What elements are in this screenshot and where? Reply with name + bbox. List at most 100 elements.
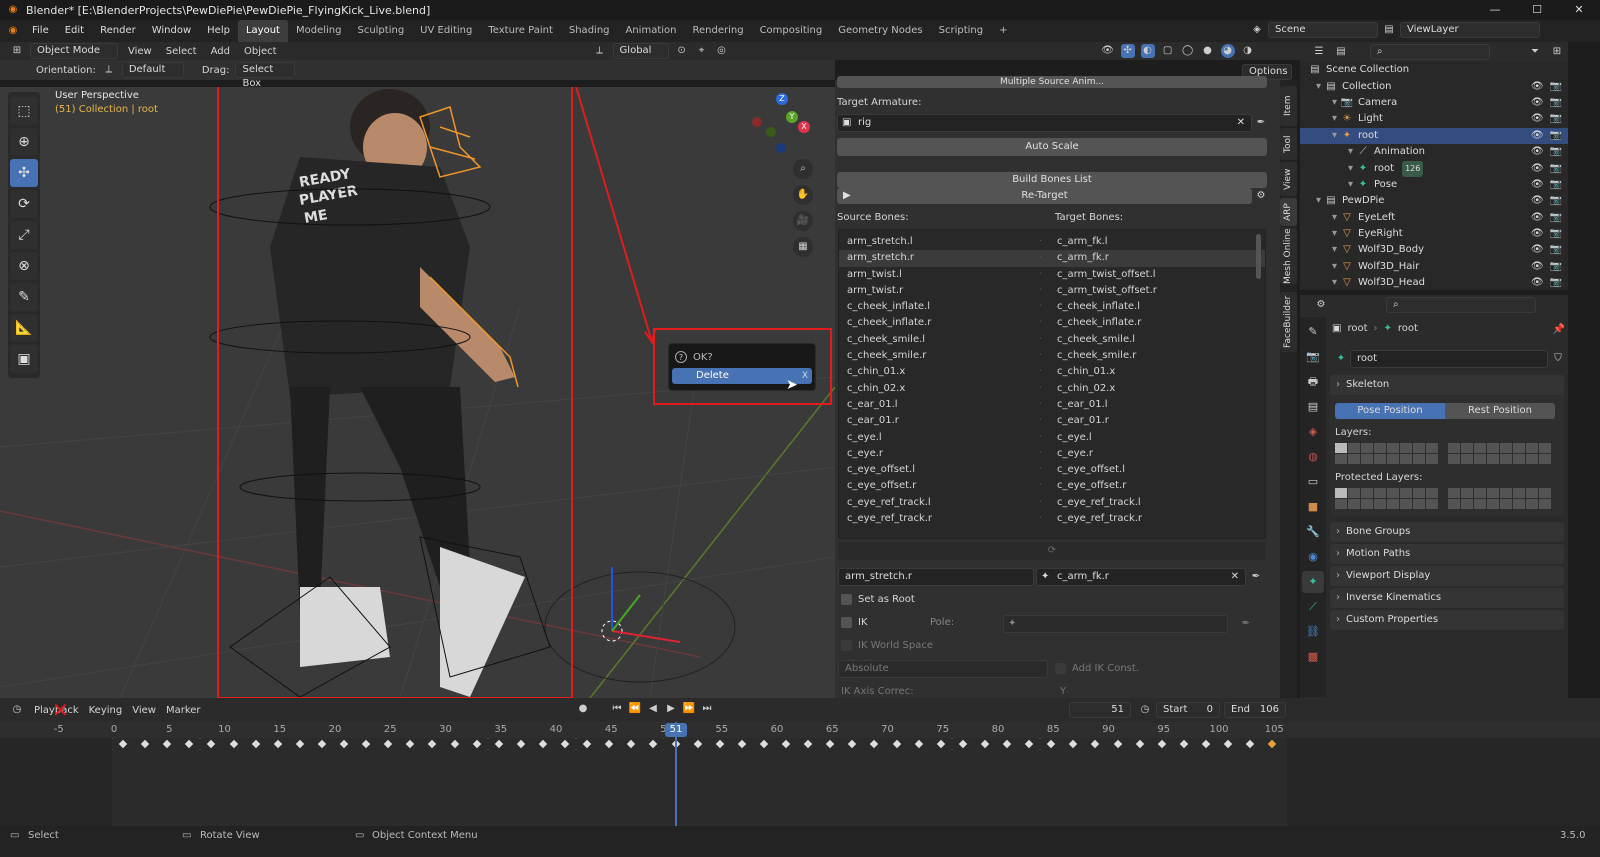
keyframe-marker[interactable]: [1179, 739, 1189, 749]
keyframe-marker[interactable]: [339, 739, 349, 749]
layers-grid[interactable]: [1335, 443, 1551, 464]
keyframe-marker[interactable]: [958, 739, 968, 749]
drag-dropdown[interactable]: Select Box: [235, 62, 296, 89]
rotate-tool-icon[interactable]: ⟳: [10, 190, 38, 218]
solid-shading-icon[interactable]: ●: [1201, 44, 1215, 58]
outliner-row[interactable]: ▾ ✦ root 👁 📷: [1300, 127, 1568, 144]
keyframe-marker[interactable]: [1091, 739, 1100, 749]
absolute-dropdown[interactable]: Absolute: [838, 660, 1048, 678]
expand-arrow-icon[interactable]: ▾: [1300, 242, 1340, 258]
outliner-row[interactable]: ▾ 📷 Camera 👁 📷: [1300, 95, 1568, 111]
settings-gear-icon[interactable]: ⚙: [1254, 189, 1268, 203]
keyframe-marker[interactable]: [472, 739, 481, 749]
auto-scale-button[interactable]: Auto Scale: [837, 138, 1267, 156]
keyframe-marker[interactable]: [737, 739, 747, 749]
keyframe-marker[interactable]: [649, 739, 658, 749]
transform-orientation-dropdown[interactable]: Global: [612, 43, 669, 59]
render-camera-icon[interactable]: 📷: [1550, 111, 1562, 127]
gizmo-neg-x-ball[interactable]: [752, 117, 762, 127]
outliner-row[interactable]: ▾ ▽ EyeRight 👁 📷: [1300, 226, 1568, 242]
timeline-editor-icon[interactable]: ◷: [10, 703, 24, 717]
bone-map-row[interactable]: c_eye_offset.r · c_eye_offset.r: [839, 478, 1265, 494]
tab-geometry-nodes[interactable]: Geometry Nodes: [830, 20, 930, 42]
menu-timeline-view[interactable]: View: [132, 705, 156, 716]
bone-map-row[interactable]: arm_twist.r · c_arm_twist_offset.r: [839, 283, 1265, 299]
outliner-search-field[interactable]: ⌕: [1370, 44, 1490, 60]
render-camera-icon[interactable]: 📷: [1550, 161, 1562, 177]
maximize-icon[interactable]: ☐: [1516, 0, 1558, 20]
keyframe-row[interactable]: [0, 739, 1600, 751]
scene-tab-icon[interactable]: ◈: [1302, 421, 1324, 443]
render-camera-icon[interactable]: 📷: [1550, 275, 1562, 291]
gizmo-toggle-icon[interactable]: ✣: [1120, 44, 1135, 58]
retarget-button[interactable]: ▶ Re-Target: [837, 188, 1252, 204]
keyframe-marker[interactable]: [1135, 739, 1144, 749]
jump-start-icon[interactable]: ⏮: [610, 702, 624, 716]
bone-map-row[interactable]: c_cheek_smile.r · c_cheek_smile.r: [839, 348, 1265, 364]
keyframe-marker[interactable]: [538, 739, 548, 749]
keyframe-marker[interactable]: [936, 739, 945, 749]
keyframe-marker[interactable]: [1157, 739, 1166, 749]
tab-texture-paint[interactable]: Texture Paint: [480, 20, 561, 42]
viewport-display-panel[interactable]: Viewport Display: [1330, 566, 1564, 586]
mode-dropdown[interactable]: Object Mode: [30, 43, 118, 59]
tab-tool[interactable]: Tool: [1280, 128, 1297, 160]
menu-window[interactable]: Window: [144, 20, 199, 42]
bone-map-row[interactable]: c_ear_01.r · c_ear_01.r: [839, 413, 1265, 429]
tab-modeling[interactable]: Modeling: [288, 20, 350, 42]
bone-map-row[interactable]: c_chin_01.x · c_chin_01.x: [839, 364, 1265, 380]
start-frame-field[interactable]: Start 0: [1156, 702, 1220, 718]
measure-tool-icon[interactable]: 📐: [10, 314, 38, 342]
keyframe-marker[interactable]: [560, 739, 570, 749]
filter-icon[interactable]: ⏷: [1528, 45, 1542, 59]
render-camera-icon[interactable]: 📷: [1550, 226, 1562, 242]
visibility-eye-icon[interactable]: 👁: [1531, 193, 1544, 209]
keyframe-marker[interactable]: [759, 739, 769, 749]
bone-map-row[interactable]: c_eye_ref_track.l · c_eye_ref_track.l: [839, 495, 1265, 511]
modifier-tab-icon[interactable]: 🔧: [1302, 521, 1324, 543]
visibility-eye-icon[interactable]: 👁: [1531, 95, 1544, 111]
outliner-editor-icon[interactable]: ☰: [1312, 45, 1326, 59]
skeleton-panel-header[interactable]: Skeleton: [1330, 375, 1564, 395]
keyframe-marker[interactable]: [826, 739, 835, 749]
texture-tab-icon[interactable]: ▩: [1302, 646, 1324, 668]
keyframe-marker[interactable]: [980, 739, 990, 749]
proportional-edit-icon[interactable]: ◎: [715, 44, 729, 58]
set-as-root-checkbox[interactable]: Set as Root: [841, 594, 915, 605]
object-tab-icon[interactable]: ■: [1302, 496, 1324, 518]
keyframe-marker[interactable]: [803, 739, 813, 749]
expand-arrow-icon[interactable]: ▾: [1300, 275, 1340, 291]
outliner-row[interactable]: ▾ ▽ EyeLeft 👁 📷: [1300, 210, 1568, 226]
add-cube-tool-icon[interactable]: ▣: [10, 345, 38, 373]
rest-position-button[interactable]: Rest Position: [1445, 403, 1555, 419]
pose-position-button[interactable]: Pose Position: [1335, 403, 1445, 419]
menu-add[interactable]: Add: [207, 46, 234, 57]
material-shading-icon[interactable]: ◕: [1220, 44, 1235, 58]
keyframe-marker[interactable]: [582, 739, 592, 749]
pole-eyedropper-icon[interactable]: ✒: [1239, 617, 1253, 631]
tab-facebuilder[interactable]: FaceBuilder: [1280, 292, 1297, 352]
keyframe-marker[interactable]: [516, 739, 526, 749]
wireframe-shading-icon[interactable]: ◯: [1181, 44, 1195, 58]
tab-mesh-online[interactable]: Mesh Online: [1280, 228, 1297, 284]
render-camera-icon[interactable]: 📷: [1550, 210, 1562, 226]
menu-render[interactable]: Render: [92, 20, 144, 42]
jump-end-icon[interactable]: ⏭: [700, 702, 714, 716]
keyframe-marker[interactable]: [914, 739, 923, 749]
expand-arrow-icon[interactable]: ▾: [1300, 177, 1356, 193]
xray-icon[interactable]: ▢: [1161, 44, 1175, 58]
clear-target-bone-icon[interactable]: ✕: [1231, 569, 1239, 585]
target-armature-field[interactable]: ▣ rig ✕: [837, 114, 1252, 132]
render-tab-icon[interactable]: 📷: [1302, 346, 1324, 368]
visibility-icon[interactable]: 👁: [1101, 44, 1115, 58]
annotate-tool-icon[interactable]: ✎: [10, 283, 38, 311]
menu-view[interactable]: View: [124, 46, 156, 57]
armature-data-tab-icon[interactable]: ✦: [1302, 571, 1324, 593]
close-icon[interactable]: ✕: [1558, 0, 1600, 20]
keyframe-marker[interactable]: [361, 739, 371, 749]
menu-help[interactable]: Help: [199, 20, 238, 42]
keyframe-marker[interactable]: [870, 739, 879, 749]
bone-map-row[interactable]: c_cheek_inflate.l · c_cheek_inflate.l: [839, 299, 1265, 315]
visibility-eye-icon[interactable]: 👁: [1531, 275, 1544, 291]
bone-map-row[interactable]: c_chin_02.x · c_chin_02.x: [839, 381, 1265, 397]
